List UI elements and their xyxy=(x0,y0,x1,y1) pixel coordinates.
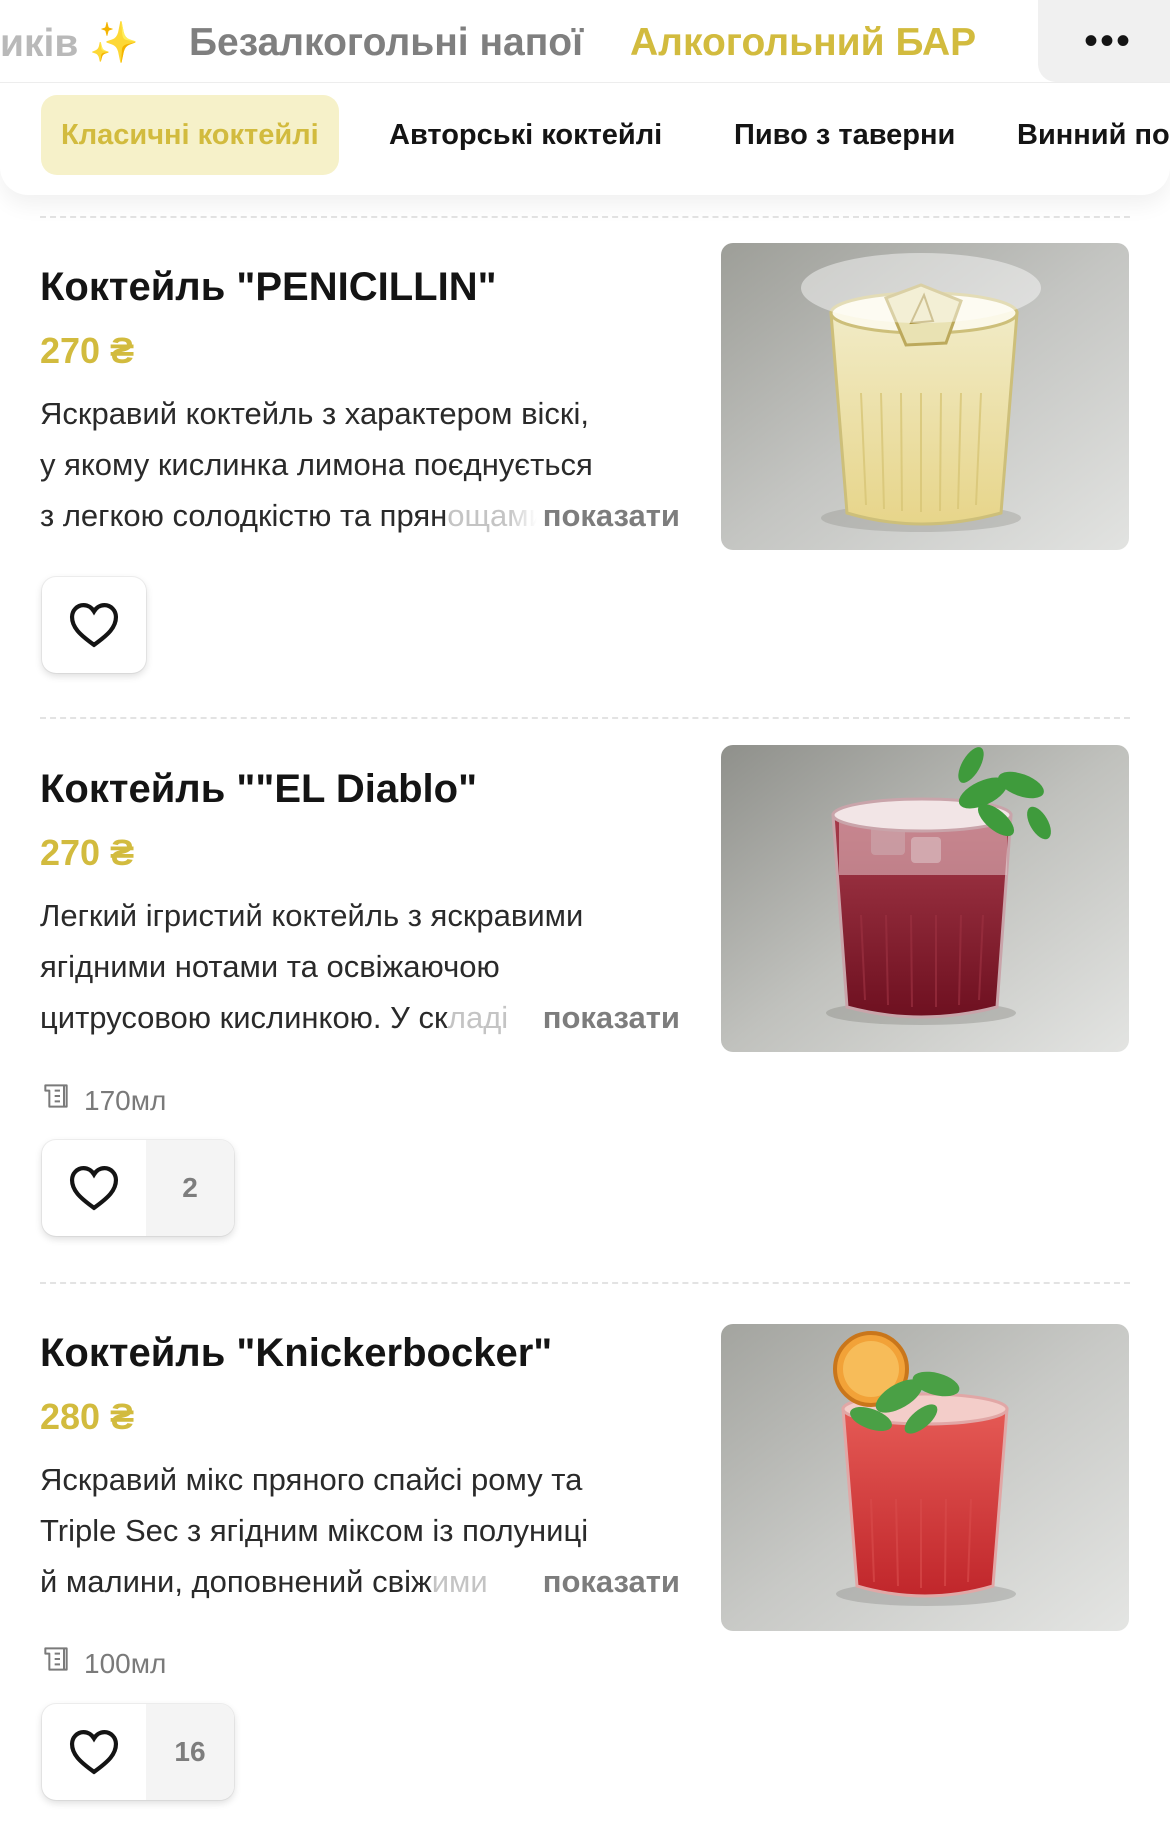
measuring-cup-icon xyxy=(40,1080,72,1121)
like-button[interactable]: 16 xyxy=(42,1704,234,1800)
like-count: 2 xyxy=(146,1140,234,1236)
category-tabs: иків ✨ Безалкогольні напої Алкогольний Б… xyxy=(0,0,1170,83)
description-line: й малини, доповнений свіжими показати xyxy=(40,1556,680,1607)
description-line: Triple Sec з ягідним міксом із полуниці xyxy=(40,1513,589,1548)
subtab-classic-cocktails[interactable]: Класичні коктейлі xyxy=(41,95,339,175)
subcategory-tabs: Класичні коктейлі Авторські коктейлі Пив… xyxy=(0,82,1170,195)
show-more-link[interactable]: показати xyxy=(508,490,680,541)
item-price: 270 ₴ xyxy=(40,330,135,371)
item-volume-value: 100мл xyxy=(84,1647,167,1679)
category-tab-previous-label: иків xyxy=(0,22,79,65)
item-volume: 100мл xyxy=(40,1643,166,1684)
category-tab-non-alcoholic[interactable]: Безалкогольні напої xyxy=(189,20,583,66)
category-tab-alcohol-bar[interactable]: Алкогольний БАР xyxy=(630,20,976,66)
description-line-text: й малини, доповнений свіж xyxy=(40,1564,432,1599)
description-fade-text: ими xyxy=(431,1564,488,1599)
item-volume: 170мл xyxy=(40,1080,166,1121)
heart-icon xyxy=(42,1704,146,1800)
item-title: Коктейль ""EL Diablo" xyxy=(40,767,478,811)
like-count: 16 xyxy=(146,1704,234,1800)
item-title: Коктейль "PENICILLIN" xyxy=(40,265,497,309)
like-button[interactable]: 2 xyxy=(42,1140,234,1236)
description-line: Яскравий коктейль з характером віскі, xyxy=(40,396,589,431)
item-divider xyxy=(40,216,1130,218)
description-line: Яскравий мікс пряного спайсі рому та xyxy=(40,1462,583,1497)
description-fade-text: ладі xyxy=(447,1000,509,1035)
more-button[interactable]: ••• xyxy=(1038,0,1170,82)
item-volume-value: 170мл xyxy=(84,1084,167,1116)
description-line: ягідними нотами та освіжаючою xyxy=(40,949,500,984)
heart-icon xyxy=(42,577,146,673)
item-photo[interactable] xyxy=(721,1324,1129,1631)
item-price: 280 ₴ xyxy=(40,1396,135,1437)
measuring-cup-icon xyxy=(40,1643,72,1684)
heart-icon xyxy=(42,1140,146,1236)
description-line: у якому кислинка лимона поєднується xyxy=(40,447,593,482)
description-line-text: цитрусовою кислинкою. У ск xyxy=(40,1000,448,1035)
description-line-text: з легкою солодкістю та прян xyxy=(40,498,448,533)
item-description: Яскравий мікс пряного спайсі рому та Tri… xyxy=(40,1454,680,1607)
top-navigation: иків ✨ Безалкогольні напої Алкогольний Б… xyxy=(0,0,1170,195)
more-dots-icon: ••• xyxy=(1083,18,1132,63)
item-price: 270 ₴ xyxy=(40,832,135,873)
description-line: цитрусовою кислинкою. У складі показати xyxy=(40,992,680,1043)
sparkles-icon: ✨ xyxy=(89,21,139,65)
item-divider xyxy=(40,1282,1130,1284)
item-divider xyxy=(40,717,1130,719)
item-photo[interactable] xyxy=(721,745,1129,1052)
item-description: Яскравий коктейль з характером віскі, у … xyxy=(40,388,680,541)
subtab-author-cocktails[interactable]: Авторські коктейлі xyxy=(389,95,662,175)
item-photo[interactable] xyxy=(721,243,1129,550)
show-more-link[interactable]: показати xyxy=(508,1556,680,1607)
description-line: з легкою солодкістю та прянощами показати xyxy=(40,490,680,541)
show-more-link[interactable]: показати xyxy=(508,992,680,1043)
subtab-wine[interactable]: Винний по xyxy=(1017,95,1170,175)
like-button[interactable] xyxy=(42,577,146,673)
description-line: Легкий ігристий коктейль з яскравими xyxy=(40,898,584,933)
category-tab-previous[interactable]: иків ✨ xyxy=(0,20,139,67)
item-title: Коктейль "Knickerbocker" xyxy=(40,1331,553,1375)
subtab-tavern-beer[interactable]: Пиво з таверни xyxy=(734,95,955,175)
item-description: Легкий ігристий коктейль з яскравими ягі… xyxy=(40,890,680,1043)
